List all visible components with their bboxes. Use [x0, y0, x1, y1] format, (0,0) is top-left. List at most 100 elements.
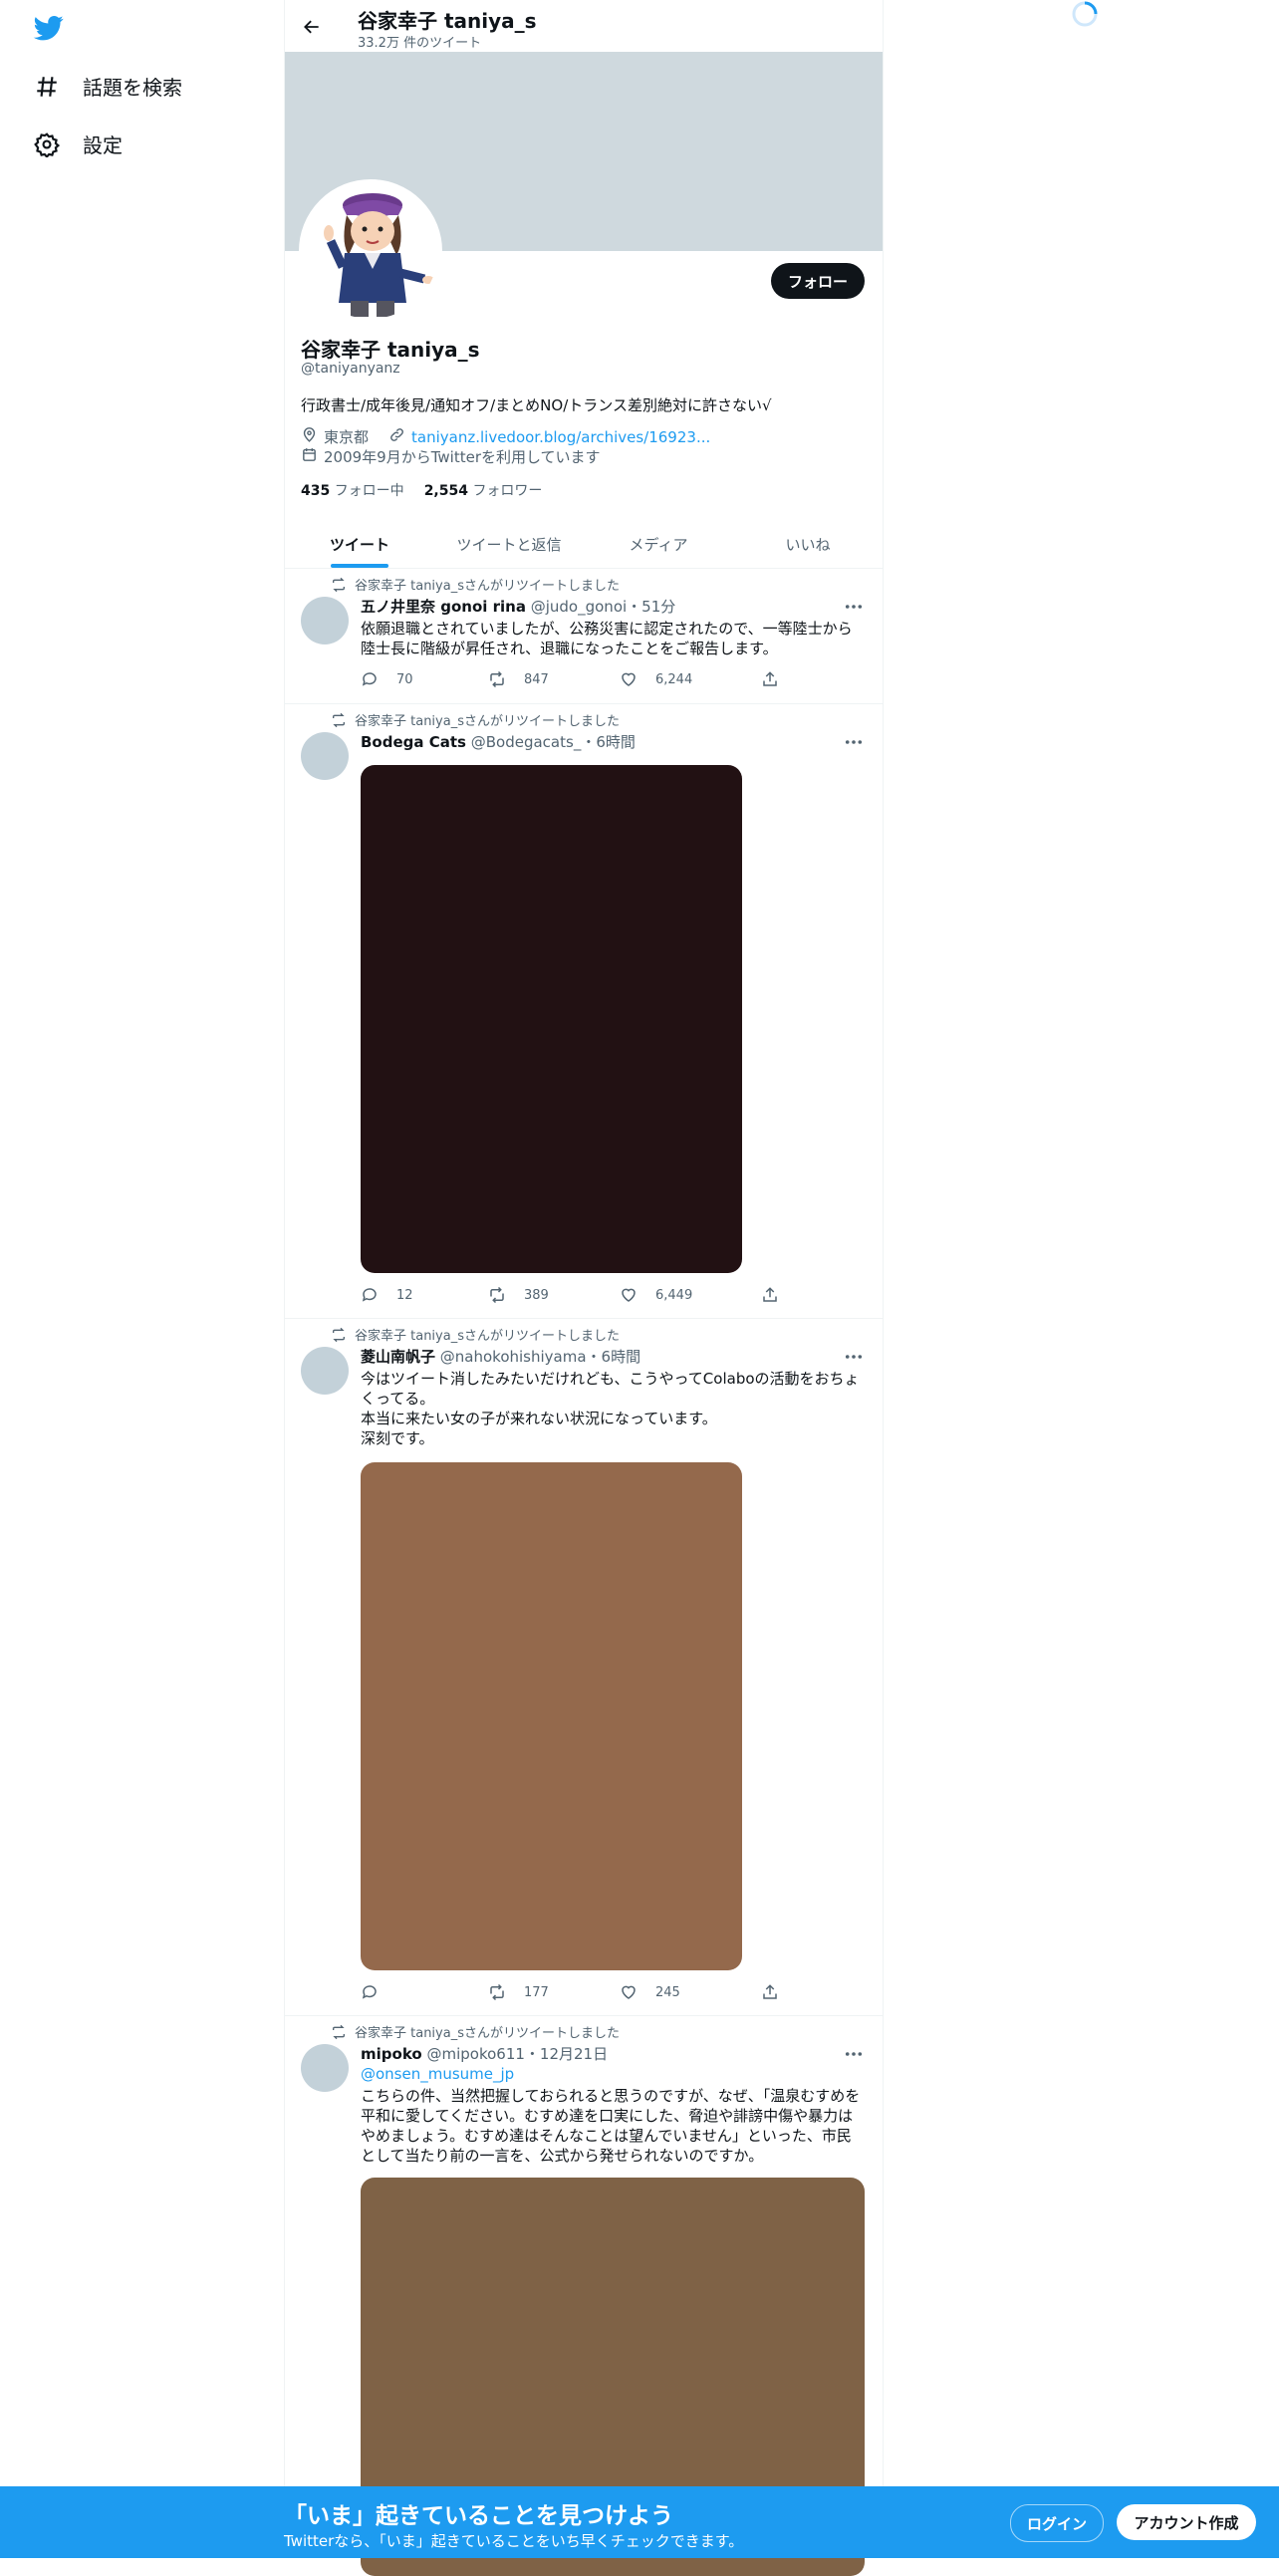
header-tweet-count: 33.2万 件のツイート: [358, 36, 482, 51]
tab-tweets[interactable]: ツイート: [285, 520, 434, 568]
retweet-icon: [490, 1286, 504, 1304]
profile-website-link[interactable]: taniyanz.livedoor.blog/archives/16923...: [411, 428, 710, 446]
reply-to-mention[interactable]: @onsen_musume_jp: [361, 2065, 514, 2083]
tweet-time[interactable]: ・12月21日: [525, 2045, 608, 2063]
share-icon: [763, 1287, 777, 1302]
location-pin-icon: [301, 426, 318, 447]
author-name[interactable]: 五ノ井里奈 gonoi rina: [361, 598, 526, 616]
retweet-small-icon: [333, 712, 345, 727]
calendar-icon: [301, 446, 318, 467]
avatar[interactable]: [301, 597, 349, 644]
profile-bio: 行政書士/成年後見/通知オフ/まとめNO/トランス差別絶対に許さない√: [301, 396, 772, 414]
loading-spinner-icon: [1071, 0, 1099, 28]
nav-settings[interactable]: 設定: [34, 129, 123, 158]
profile-column: 谷家幸子 taniya_s 33.2万 件のツイート フォロー 谷家幸子 tan…: [284, 0, 884, 2576]
link-icon: [388, 426, 405, 447]
more-options-icon[interactable]: [839, 732, 869, 752]
header-title: 谷家幸子 taniya_s: [358, 9, 537, 33]
login-button[interactable]: ログイン: [1010, 2504, 1104, 2542]
share-button[interactable]: [761, 1983, 779, 2001]
retweet-button[interactable]: 847: [488, 670, 549, 688]
nav-settings-label: 設定: [83, 133, 123, 157]
nav-explore[interactable]: 話題を検索: [34, 72, 182, 101]
reply-icon: [362, 672, 377, 686]
retweet-context: 谷家幸子 taniya_sさんがリツイートしました: [331, 1325, 620, 1344]
share-button[interactable]: [761, 1286, 779, 1304]
follow-button[interactable]: フォロー: [771, 263, 865, 299]
reply-button[interactable]: 12: [361, 1286, 413, 1304]
tab-tweets-and-replies[interactable]: ツイートと返信: [434, 520, 584, 568]
share-icon: [763, 671, 777, 686]
tweet[interactable]: 谷家幸子 taniya_sさんがリツイートしました Bodega Cats @B…: [285, 704, 883, 1319]
reply-button[interactable]: 70: [361, 670, 413, 688]
signup-button[interactable]: アカウント作成: [1117, 2504, 1256, 2540]
tweet-media-image[interactable]: [361, 1462, 742, 1970]
share-button[interactable]: [761, 670, 779, 688]
tweet-header: 五ノ井里奈 gonoi rina @judo_gonoi・51分: [361, 596, 675, 617]
retweet-small-icon: [333, 1327, 345, 1342]
profile-handle: @taniyanyanz: [301, 361, 400, 377]
twitter-logo-icon[interactable]: [33, 13, 65, 43]
hashtag-icon: [37, 76, 57, 97]
tweet-actions: 177 245: [361, 1983, 789, 2003]
following-link[interactable]: 435 フォロー中: [301, 480, 404, 500]
retweet-context: 谷家幸子 taniya_sさんがリツイートしました: [331, 710, 620, 729]
tab-likes[interactable]: いいね: [733, 520, 883, 568]
share-icon: [763, 1984, 777, 1999]
reply-icon: [362, 1288, 377, 1302]
retweet-icon: [490, 670, 504, 688]
author-name[interactable]: mipoko: [361, 2045, 422, 2063]
reply-button[interactable]: [361, 1983, 396, 2001]
heart-icon: [622, 1288, 636, 1302]
author-handle[interactable]: @mipoko611: [426, 2045, 524, 2063]
tweet-media-image[interactable]: [361, 765, 742, 1273]
like-button[interactable]: 6,244: [620, 670, 692, 688]
retweet-button[interactable]: 389: [488, 1286, 549, 1304]
heart-icon: [622, 672, 636, 686]
bottom-bar-title: 「いま」起きていることを見つけよう: [284, 2503, 673, 2529]
tweet[interactable]: 谷家幸子 taniya_sさんがリツイートしました 菱山南帆子 @nahokoh…: [285, 1319, 883, 2016]
tweet-text: こちらの件、当然把握しておられると思うのですが、なぜ、「温泉むすめを平和に愛して…: [361, 2087, 861, 2165]
tweet-time[interactable]: ・51分: [627, 598, 675, 616]
author-handle[interactable]: @judo_gonoi: [531, 598, 627, 616]
back-arrow-icon[interactable]: [297, 12, 327, 42]
avatar[interactable]: [301, 2044, 349, 2092]
like-button[interactable]: 245: [620, 1983, 680, 2001]
profile-tabs: ツイート ツイートと返信 メディア いいね: [285, 520, 883, 569]
author-handle[interactable]: @nahokohishiyama: [440, 1348, 587, 1366]
tweet-time[interactable]: ・6時間: [587, 1348, 641, 1366]
retweet-small-icon: [333, 2024, 345, 2039]
tweet-actions: 12 389 6,449: [361, 1286, 789, 1306]
more-options-icon[interactable]: [839, 1347, 869, 1367]
author-handle[interactable]: @Bodegacats_: [471, 733, 582, 751]
tweet-header: Bodega Cats @Bodegacats_・6時間: [361, 731, 636, 752]
tweet[interactable]: 谷家幸子 taniya_sさんがリツイートしました 五ノ井里奈 gonoi ri…: [285, 569, 883, 704]
profile-joined-date: 2009年9月からTwitterを利用しています: [324, 448, 601, 466]
avatar[interactable]: [301, 732, 349, 780]
retweet-small-icon: [333, 577, 345, 592]
followers-link[interactable]: 2,554 フォロワー: [424, 480, 543, 500]
tweet-time[interactable]: ・6時間: [581, 733, 636, 751]
author-name[interactable]: Bodega Cats: [361, 733, 466, 751]
tweet-actions: 70 847 6,244: [361, 670, 789, 690]
profile-header-bar: 谷家幸子 taniya_s 33.2万 件のツイート: [285, 0, 883, 52]
avatar[interactable]: [301, 1347, 349, 1395]
tweet[interactable]: 谷家幸子 taniya_sさんがリツイートしました mipoko @mipoko…: [285, 2016, 883, 2576]
retweet-button[interactable]: 177: [488, 1983, 549, 2001]
tweet-header: mipoko @mipoko611・12月21日: [361, 2043, 608, 2064]
like-button[interactable]: 6,449: [620, 1286, 692, 1304]
retweet-context: 谷家幸子 taniya_sさんがリツイートしました: [331, 2022, 620, 2041]
more-options-icon[interactable]: [839, 597, 869, 617]
author-name[interactable]: 菱山南帆子: [361, 1348, 435, 1366]
retweet-icon: [490, 1983, 504, 2001]
reply-icon: [362, 1985, 377, 1999]
profile-location: 東京都: [324, 428, 370, 446]
profile-meta-row: 東京都 taniyanz.livedoor.blog/archives/1692…: [301, 426, 710, 447]
tweet-text: 依願退職とされていましたが、公務災害に認定されたので、一等陸士から陸士長に階級が…: [361, 620, 853, 657]
profile-name: 谷家幸子 taniya_s: [301, 338, 480, 362]
tab-media[interactable]: メディア: [584, 520, 733, 568]
more-options-icon[interactable]: [839, 2044, 869, 2064]
profile-avatar[interactable]: [299, 179, 442, 323]
profile-joined-row: 2009年9月からTwitterを利用しています: [301, 446, 601, 467]
bottom-bar-subtitle: Twitterなら、「いま」起きていることをいち早くチェックできます。: [284, 2532, 744, 2550]
